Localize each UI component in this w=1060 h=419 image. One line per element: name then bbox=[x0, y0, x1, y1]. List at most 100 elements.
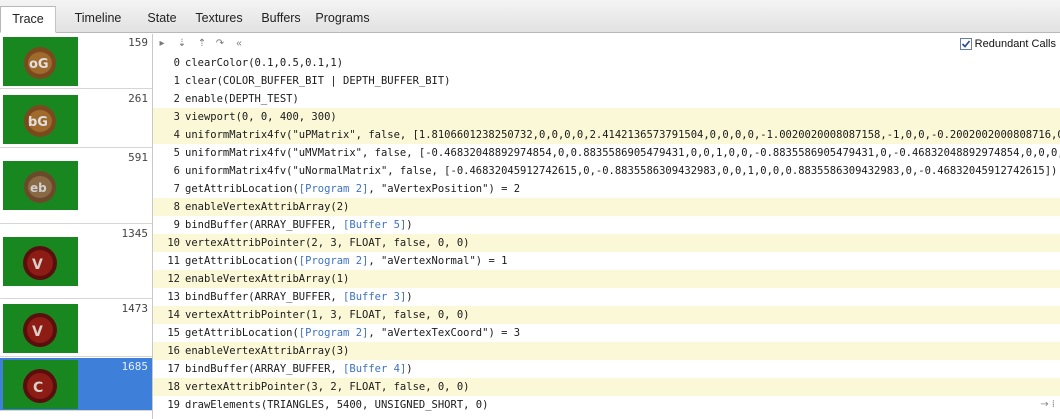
call-row[interactable]: 19 drawElements(TRIANGLES, 5400, UNSIGNED… bbox=[153, 396, 1060, 414]
frame-thumbnail: oG bbox=[3, 37, 78, 86]
call-text: bindBuffer(ARRAY_BUFFER, bbox=[185, 363, 344, 375]
call-row[interactable]: 6 uniformMatrix4fv("uNormalMatrix", false… bbox=[153, 162, 1060, 180]
tab-buffers[interactable]: Buffers bbox=[252, 6, 310, 33]
tab-programs[interactable]: Programs bbox=[311, 6, 374, 33]
frame-list: oG 159 bG 261 eb 591 V 1345 V 1473 C 168… bbox=[0, 34, 152, 419]
call-text-tail: ) bbox=[406, 363, 413, 375]
call-row[interactable]: 18 vertexAttribPointer(3, 2, FLOAT, false… bbox=[153, 378, 1060, 396]
play-icon[interactable]: ▸ bbox=[156, 37, 168, 51]
call-text: vertexAttribPointer(1, 3, FLOAT, false, … bbox=[185, 309, 470, 321]
program-link[interactable]: [Program 2] bbox=[299, 255, 369, 267]
frame-number: 159 bbox=[128, 36, 148, 49]
svg-text:eb: eb bbox=[30, 181, 47, 195]
frame-item-selected[interactable]: C 1685 bbox=[0, 358, 152, 411]
call-index: 3 bbox=[173, 111, 180, 123]
call-text: clearColor(0.1,0.5,0.1,1) bbox=[185, 57, 344, 69]
call-trace-panel: ▸ ⇣ ⇡ ↷ « Redundant Calls 0 clearColor(0.… bbox=[152, 34, 1060, 419]
call-row[interactable]: 1 clear(COLOR_BUFFER_BIT | DEPTH_BUFFER_B… bbox=[153, 72, 1060, 90]
call-row[interactable]: 0 clearColor(0.1,0.5,0.1,1) bbox=[153, 54, 1060, 72]
call-row[interactable]: 5 uniformMatrix4fv("uMVMatrix", false, [-… bbox=[153, 144, 1060, 162]
frame-thumbnail: V bbox=[3, 237, 78, 286]
call-text: vertexAttribPointer(2, 3, FLOAT, false, … bbox=[185, 237, 470, 249]
call-index: 15 bbox=[167, 327, 180, 339]
program-link[interactable]: [Program 2] bbox=[299, 183, 369, 195]
tab-textures[interactable]: Textures bbox=[186, 6, 252, 33]
svg-text:V: V bbox=[32, 324, 43, 340]
trace-toolbar: ▸ ⇣ ⇡ ↷ « Redundant Calls bbox=[153, 34, 1060, 54]
call-row[interactable]: 4 uniformMatrix4fv("uPMatrix", false, [1.… bbox=[153, 126, 1060, 144]
call-text: enable(DEPTH_TEST) bbox=[185, 93, 299, 105]
call-text: enableVertexAttribArray(3) bbox=[185, 345, 350, 357]
tab-state[interactable]: State bbox=[139, 6, 185, 33]
call-text: getAttribLocation( bbox=[185, 255, 299, 267]
frame-item[interactable]: V 1345 bbox=[0, 225, 152, 299]
call-index: 13 bbox=[167, 291, 180, 303]
call-row[interactable]: 10 vertexAttribPointer(2, 3, FLOAT, false… bbox=[153, 234, 1060, 252]
call-index: 18 bbox=[167, 381, 180, 393]
frame-number: 1473 bbox=[121, 302, 149, 315]
frame-number: 1685 bbox=[121, 360, 149, 373]
frame-number: 1345 bbox=[121, 227, 149, 240]
call-text-tail: , "aVertexNormal") = 1 bbox=[368, 255, 508, 267]
frame-number: 261 bbox=[128, 92, 148, 105]
call-index: 6 bbox=[173, 165, 180, 177]
call-row[interactable]: 2 enable(DEPTH_TEST) bbox=[153, 90, 1060, 108]
call-index: 10 bbox=[167, 237, 180, 249]
call-text: uniformMatrix4fv("uNormalMatrix", false,… bbox=[185, 165, 1058, 177]
call-row[interactable]: 3 viewport(0, 0, 400, 300) bbox=[153, 108, 1060, 126]
call-text: vertexAttribPointer(3, 2, FLOAT, false, … bbox=[185, 381, 470, 393]
call-text: uniformMatrix4fv("uPMatrix", false, [1.8… bbox=[185, 129, 1060, 141]
frame-item[interactable]: V 1473 bbox=[0, 300, 152, 357]
call-index: 8 bbox=[173, 201, 180, 213]
buffer-link[interactable]: [Buffer 3] bbox=[343, 291, 406, 303]
row-action-icons[interactable]: → ⁞ bbox=[1040, 396, 1055, 414]
svg-text:C: C bbox=[33, 380, 43, 396]
call-index: 1 bbox=[173, 75, 180, 87]
tab-bar: Trace Timeline State Textures Buffers Pr… bbox=[0, 0, 1060, 33]
call-row[interactable]: 17 bindBuffer(ARRAY_BUFFER, [Buffer 4]) bbox=[153, 360, 1060, 378]
call-index: 17 bbox=[167, 363, 180, 375]
frame-item[interactable]: eb 591 bbox=[0, 149, 152, 224]
call-index: 5 bbox=[173, 147, 180, 159]
call-row[interactable]: 12 enableVertexAttribArray(1) bbox=[153, 270, 1060, 288]
tab-timeline[interactable]: Timeline bbox=[60, 6, 136, 33]
call-row[interactable]: 11 getAttribLocation([Program 2], "aVerte… bbox=[153, 252, 1060, 270]
call-row[interactable]: 16 enableVertexAttribArray(3) bbox=[153, 342, 1060, 360]
call-text-tail: , "aVertexTexCoord") = 3 bbox=[368, 327, 521, 339]
program-link[interactable]: [Program 2] bbox=[299, 327, 369, 339]
redundant-calls-checkbox[interactable] bbox=[959, 38, 972, 50]
redundant-calls-toggle[interactable]: Redundant Calls bbox=[959, 36, 1056, 52]
call-text: getAttribLocation( bbox=[185, 327, 299, 339]
svg-text:oG: oG bbox=[29, 57, 49, 72]
buffer-link[interactable]: [Buffer 5] bbox=[343, 219, 406, 231]
tab-trace[interactable]: Trace bbox=[0, 6, 56, 33]
call-text: bindBuffer(ARRAY_BUFFER, bbox=[185, 291, 344, 303]
buffer-link[interactable]: [Buffer 4] bbox=[343, 363, 406, 375]
step-out-icon[interactable]: ⇡ bbox=[196, 37, 208, 51]
call-text: getAttribLocation( bbox=[185, 183, 299, 195]
frame-thumbnail: V bbox=[3, 304, 78, 353]
step-over-icon[interactable]: ⇣ bbox=[176, 37, 188, 51]
call-row[interactable]: 13 bindBuffer(ARRAY_BUFFER, [Buffer 3]) bbox=[153, 288, 1060, 306]
call-index: 12 bbox=[167, 273, 180, 285]
call-index: 16 bbox=[167, 345, 180, 357]
call-index: 14 bbox=[167, 309, 180, 321]
call-row[interactable]: 15 getAttribLocation([Program 2], "aVerte… bbox=[153, 324, 1060, 342]
call-index: 0 bbox=[173, 57, 180, 69]
call-row[interactable]: 9 bindBuffer(ARRAY_BUFFER, [Buffer 5]) bbox=[153, 216, 1060, 234]
frame-thumbnail: eb bbox=[3, 161, 78, 210]
call-row[interactable]: 14 vertexAttribPointer(1, 3, FLOAT, false… bbox=[153, 306, 1060, 324]
call-text: enableVertexAttribArray(1) bbox=[185, 273, 350, 285]
redundant-calls-label: Redundant Calls bbox=[974, 38, 1056, 50]
call-row[interactable]: 8 enableVertexAttribArray(2) bbox=[153, 198, 1060, 216]
call-index: 11 bbox=[167, 255, 180, 267]
svg-text:bG: bG bbox=[28, 115, 48, 130]
frame-item[interactable]: bG 261 bbox=[0, 90, 152, 148]
call-index: 9 bbox=[173, 219, 180, 231]
call-text: clear(COLOR_BUFFER_BIT | DEPTH_BUFFER_BI… bbox=[185, 75, 451, 87]
call-index: 4 bbox=[173, 129, 180, 141]
frame-item[interactable]: oG 159 bbox=[0, 34, 152, 89]
call-row[interactable]: 7 getAttribLocation([Program 2], "aVertex… bbox=[153, 180, 1060, 198]
rewind-icon[interactable]: « bbox=[233, 37, 245, 51]
redo-icon[interactable]: ↷ bbox=[214, 37, 226, 51]
